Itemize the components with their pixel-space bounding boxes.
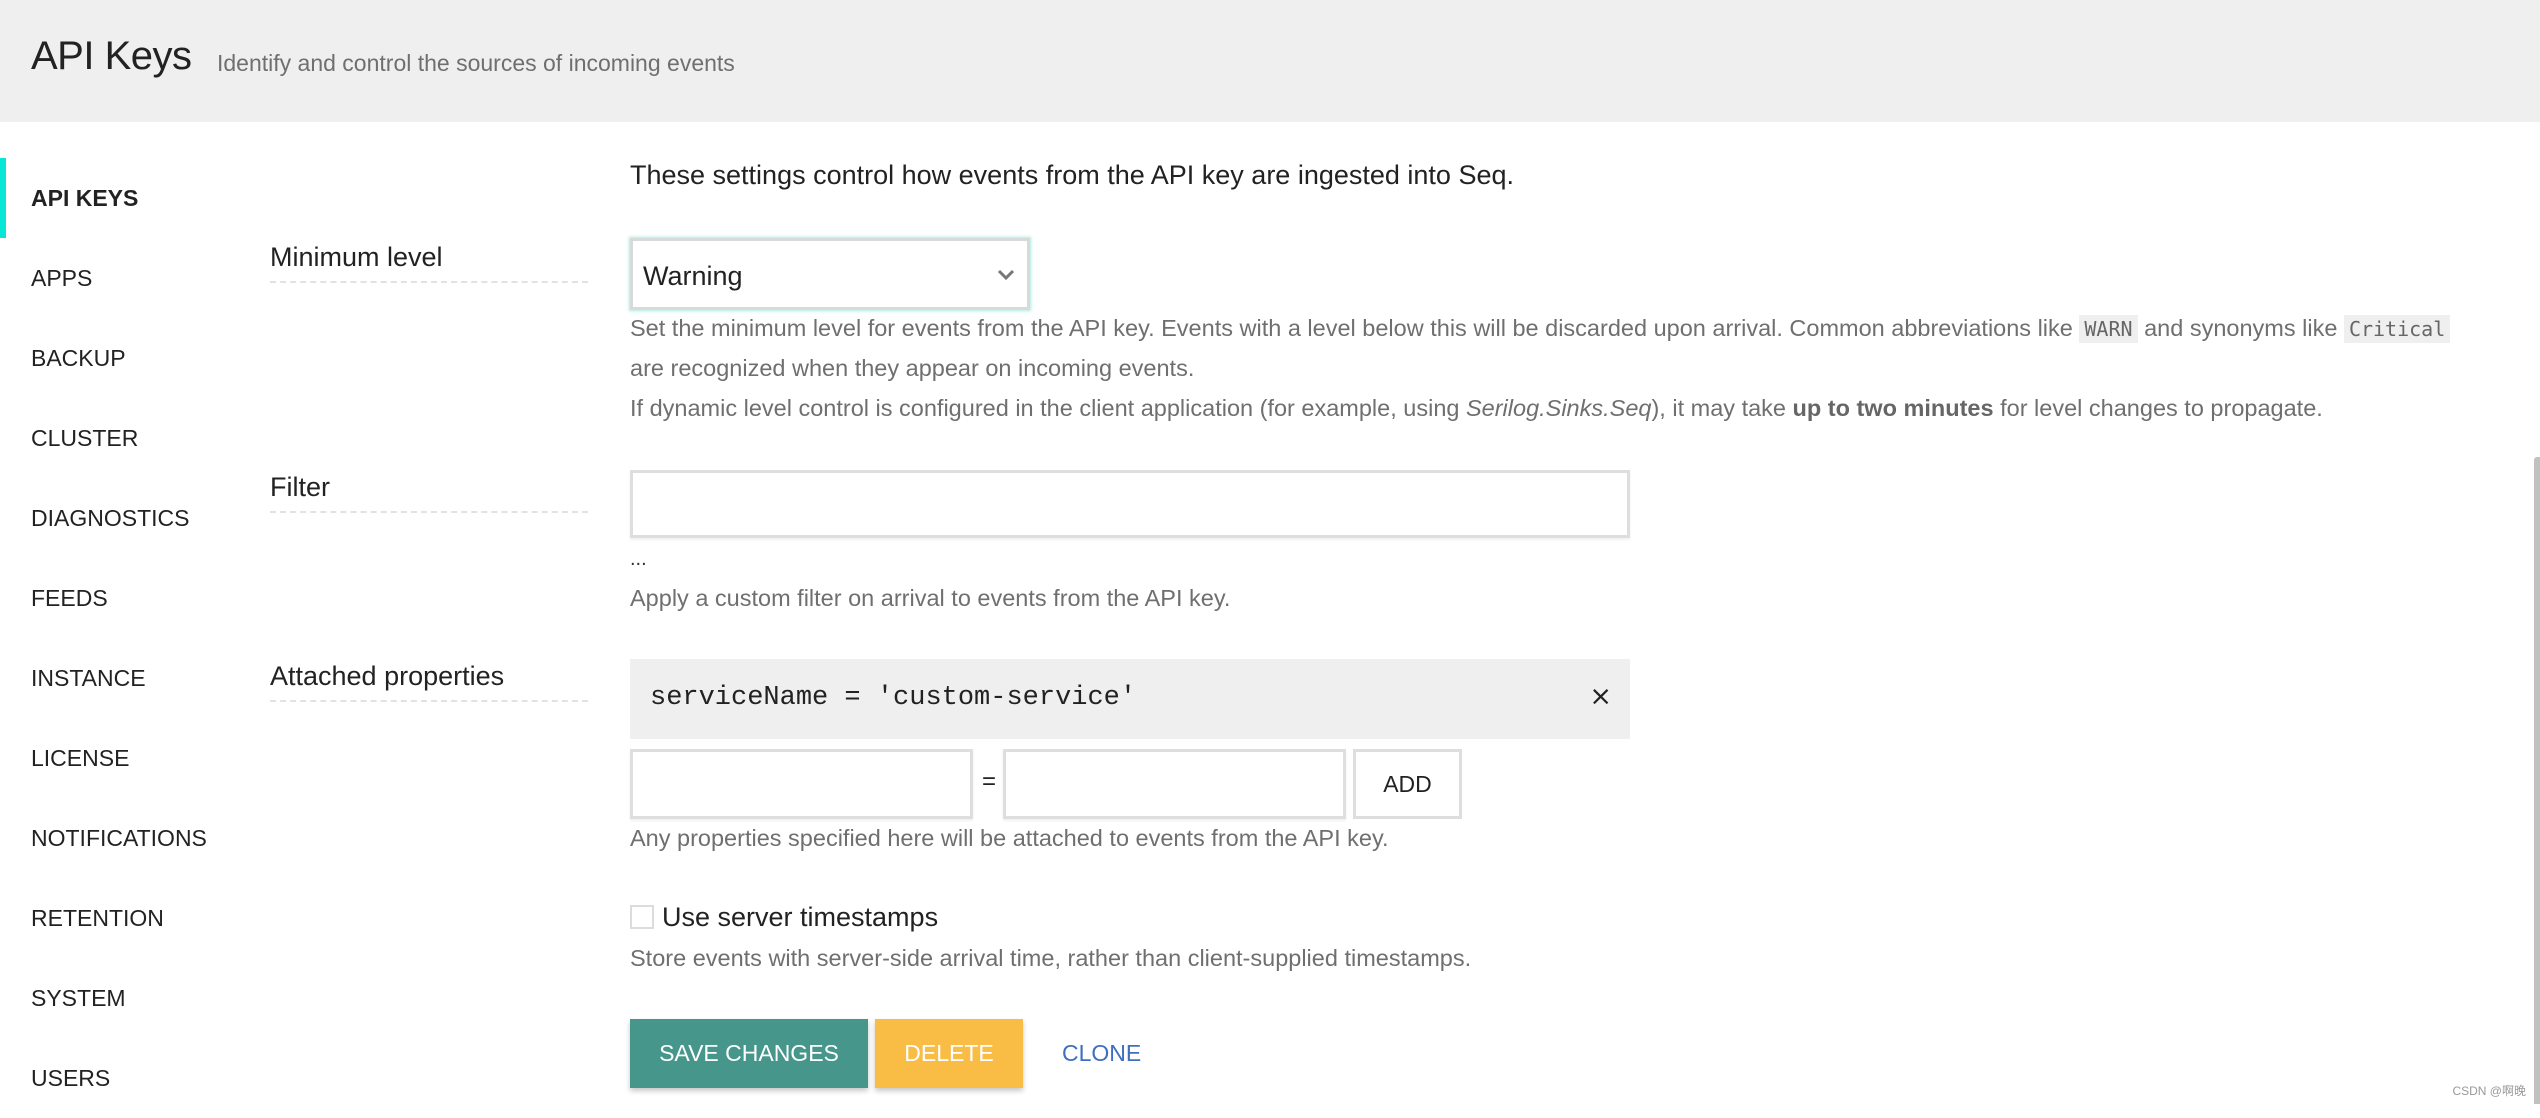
chevron-down-icon [997, 269, 1015, 281]
help-text: ), it may take [1651, 395, 1793, 421]
settings-intro: These settings control how events from t… [630, 160, 1514, 190]
add-property-button[interactable]: ADD [1353, 749, 1462, 819]
sidebar-item-backup[interactable]: BACKUP [0, 318, 240, 398]
minimum-level-label: Minimum level [270, 242, 588, 283]
page-subtitle: Identify and control the sources of inco… [217, 50, 735, 76]
sidebar-item-apps[interactable]: APPS [0, 238, 240, 318]
help-emphasis: Serilog.Sinks.Seq [1465, 395, 1652, 421]
sidebar-item-cluster[interactable]: CLUSTER [0, 398, 240, 478]
code-warn: WARN [2079, 315, 2138, 343]
save-changes-button[interactable]: SAVE CHANGES [630, 1019, 868, 1088]
attached-property-text: serviceName = 'custom-service' [650, 683, 1137, 713]
minimum-level-select[interactable]: Warning [630, 238, 1030, 310]
watermark: CSDN @啊晚 [2452, 1084, 2526, 1098]
scrollbar-thumb[interactable] [2534, 457, 2540, 1104]
filter-ellipsis[interactable]: ... [630, 548, 647, 571]
minimum-level-help-3: If dynamic level control is configured i… [630, 395, 2323, 422]
attached-properties-label: Attached properties [270, 661, 588, 702]
help-text: and synonyms like [2137, 315, 2344, 341]
sidebar-item-system[interactable]: SYSTEM [0, 958, 240, 1038]
page-header: API Keys Identify and control the source… [0, 0, 2540, 122]
remove-property-icon[interactable]: × [1589, 681, 1612, 712]
property-value-input[interactable] [1003, 749, 1346, 819]
sidebar-item-notifications[interactable]: NOTIFICATIONS [0, 798, 240, 878]
equals-sign: = [982, 768, 997, 795]
filter-help: Apply a custom filter on arrival to even… [630, 585, 1231, 611]
sidebar-item-api-keys[interactable]: API KEYS [0, 158, 240, 238]
minimum-level-help-2: are recognized when they appear on incom… [630, 355, 1195, 381]
server-timestamps-label[interactable]: Use server timestamps [662, 902, 938, 933]
property-name-input[interactable] [630, 749, 973, 819]
minimum-level-value: Warning [643, 261, 743, 291]
minimum-level-help-1: Set the minimum level for events from th… [630, 315, 2451, 343]
code-critical: Critical [2343, 315, 2451, 343]
sidebar-item-feeds[interactable]: FEEDS [0, 558, 240, 638]
server-timestamps-help: Store events with server-side arrival ti… [630, 945, 1472, 971]
server-timestamps-checkbox[interactable] [630, 905, 654, 929]
filter-label: Filter [270, 472, 588, 513]
help-text: If dynamic level control is configured i… [630, 395, 1466, 421]
sidebar-item-instance[interactable]: INSTANCE [0, 638, 240, 718]
page-title: API Keys [31, 34, 192, 78]
sidebar-item-retention[interactable]: RETENTION [0, 878, 240, 958]
help-bold: up to two minutes [1792, 395, 1994, 421]
delete-button[interactable]: DELETE [875, 1019, 1023, 1088]
help-text: Set the minimum level for events from th… [630, 315, 2080, 341]
attached-properties-help: Any properties specified here will be at… [630, 825, 1389, 851]
filter-input[interactable] [630, 470, 1630, 538]
clone-button[interactable]: CLONE [1062, 1040, 1141, 1067]
attached-property-item: serviceName = 'custom-service' × [630, 659, 1630, 739]
sidebar-item-diagnostics[interactable]: DIAGNOSTICS [0, 478, 240, 558]
help-text: for level changes to propagate. [1993, 395, 2323, 421]
sidebar-item-license[interactable]: LICENSE [0, 718, 240, 798]
sidebar-item-users[interactable]: USERS [0, 1038, 240, 1118]
